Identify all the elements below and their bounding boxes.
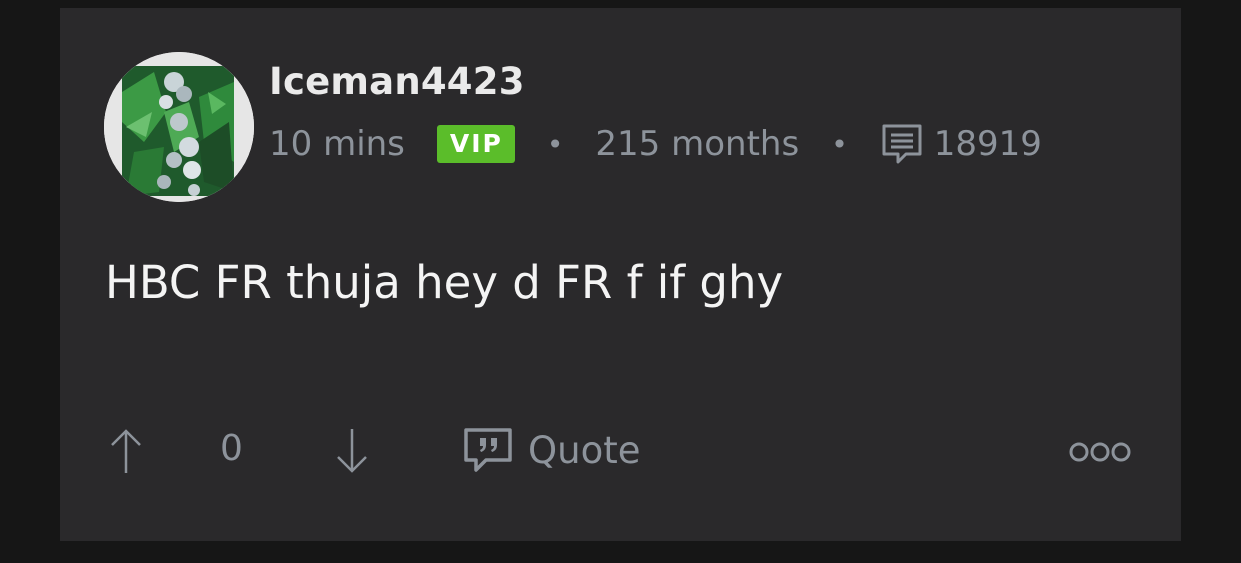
vip-badge: VIP xyxy=(436,125,515,163)
post-card: Iceman4423 10 mins VIP • 215 months • 18… xyxy=(60,8,1181,541)
arrow-down-icon xyxy=(337,429,367,473)
downvote-button[interactable] xyxy=(334,425,370,477)
quote-button[interactable]: Quote xyxy=(462,426,640,474)
meta-separator: • xyxy=(831,127,848,161)
meta-separator: • xyxy=(546,127,564,161)
comment-lines-icon xyxy=(880,122,924,166)
post-meta: 10 mins VIP • 215 months • 18919 xyxy=(269,122,1042,166)
post-time: 10 mins xyxy=(269,124,405,164)
upvote-button[interactable] xyxy=(108,425,144,477)
avatar[interactable] xyxy=(104,52,254,202)
post-actions: 0 Quote xyxy=(60,420,1181,484)
membership-duration: 215 months xyxy=(595,124,800,164)
more-options-button[interactable] xyxy=(1068,440,1132,464)
post-body: HBC FR thuja hey d FR f if ghy xyxy=(105,256,784,309)
more-options-icon xyxy=(1069,442,1131,462)
avatar-image xyxy=(104,52,254,202)
page: Iceman4423 10 mins VIP • 215 months • 18… xyxy=(0,0,1241,563)
vote-score: 0 xyxy=(220,428,243,469)
comment-count: 18919 xyxy=(933,124,1042,164)
author-name[interactable]: Iceman4423 xyxy=(269,60,525,103)
quote-label: Quote xyxy=(528,428,641,472)
quote-bubble-icon xyxy=(464,428,512,472)
arrow-up-icon xyxy=(111,429,141,473)
